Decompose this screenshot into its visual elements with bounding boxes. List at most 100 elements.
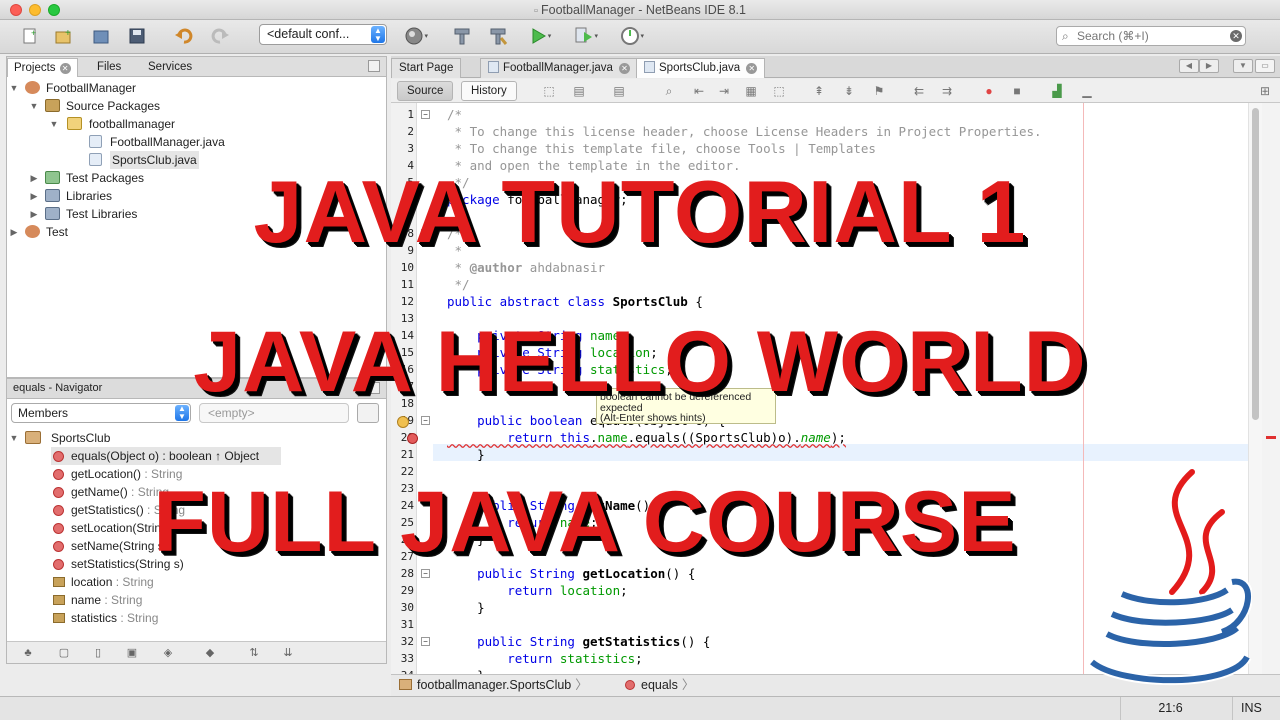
tree-item-footballmanager-package[interactable]: ▼ footballmanager [9, 115, 379, 133]
uncomment-icon[interactable]: ▁ [1079, 83, 1095, 99]
find-next-icon[interactable]: ⇥ [716, 83, 732, 99]
code-method-name: getStatistics [582, 634, 681, 649]
filter-static-icon[interactable]: ▯ [87, 644, 109, 662]
search-input[interactable]: ⌕ Search (⌘+I) ✕ [1056, 26, 1246, 46]
tab-projects[interactable]: Projects ✕ [7, 58, 78, 77]
member-type: : String [112, 575, 154, 589]
navigator-member-equals[interactable]: equals(Object o) : boolean ↑ Object [51, 447, 281, 465]
minimize-panel-button[interactable] [368, 60, 380, 72]
navigator-member-name[interactable]: name : String [51, 591, 351, 609]
redo-icon[interactable] [208, 25, 232, 47]
navigator-root[interactable]: ▼ SportsClub [9, 429, 379, 447]
tab-projects-label: Projects [14, 62, 56, 74]
tab-label: FootballManager.java [503, 62, 613, 74]
last-edit-icon[interactable]: ⬚ [541, 83, 557, 99]
member-name: location [71, 575, 113, 589]
toggle-bookmark-icon[interactable]: ⚑ [871, 83, 887, 99]
tab-sportsclub-java[interactable]: SportsClub.java ✕ [636, 58, 766, 78]
build-icon[interactable] [450, 25, 474, 47]
error-marker[interactable] [1266, 436, 1276, 439]
scroll-tabs-right-icon[interactable]: ▶ [1199, 59, 1219, 73]
back-icon[interactable]: ▤ [571, 83, 587, 99]
debug-icon[interactable]: ▾ [574, 25, 598, 47]
zoom-window-button[interactable] [48, 4, 60, 16]
line-number: 33 [400, 652, 414, 665]
tab-services[interactable]: Services [142, 58, 198, 77]
config-select[interactable]: <default conf... ▲ ▼ [259, 24, 387, 45]
filter-class-icon[interactable]: ◆ [199, 644, 221, 662]
run-icon[interactable]: ▾ [528, 25, 552, 47]
close-icon[interactable]: ✕ [618, 63, 630, 74]
expanded-triangle-icon[interactable]: ▼ [9, 79, 19, 97]
split-editor-icon[interactable]: ⊞ [1257, 83, 1273, 99]
toggle-highlight-icon[interactable]: ▦ [743, 83, 759, 99]
open-project-icon[interactable] [90, 25, 114, 47]
globe-icon[interactable]: ▾ [404, 25, 428, 47]
profile-icon[interactable]: ▾ [620, 25, 644, 47]
tree-item-footballmanager-java[interactable]: FootballManager.java [9, 133, 379, 151]
fold-toggle-icon[interactable]: − [421, 110, 430, 119]
history-view-button[interactable]: History [461, 81, 517, 101]
toggle-rect-select-icon[interactable]: ⬚ [771, 83, 787, 99]
code-text: ; [635, 651, 643, 666]
clear-search-icon[interactable]: ✕ [1230, 30, 1242, 42]
save-all-icon[interactable] [126, 25, 150, 47]
find-previous-icon[interactable]: ⇤ [691, 83, 707, 99]
navigator-member-location[interactable]: location : String [51, 573, 351, 591]
previous-bookmark-icon[interactable]: ⇞ [811, 83, 827, 99]
code-class-name: SportsClub [612, 294, 688, 309]
filter-nonpublic-icon[interactable]: ▣ [121, 644, 143, 662]
expanded-triangle-icon[interactable]: ▼ [49, 115, 59, 133]
forward-icon[interactable]: ▤ [611, 83, 627, 99]
sort-by-name-icon[interactable]: ⇅ [243, 644, 265, 662]
field-icon [53, 613, 65, 623]
filter-inner-classes-icon[interactable]: ◈ [157, 644, 179, 662]
code-line: } [447, 600, 485, 615]
tree-item-source-packages[interactable]: ▼ Source Packages [9, 97, 379, 115]
minimize-window-button[interactable] [29, 4, 41, 16]
close-window-button[interactable] [10, 4, 22, 16]
next-bookmark-icon[interactable]: ⇟ [841, 83, 857, 99]
line-number: 30 [400, 601, 414, 614]
code-keyword: public boolean [447, 413, 590, 428]
comment-icon[interactable]: ▟ [1049, 83, 1065, 99]
error-icon[interactable] [407, 433, 418, 444]
expanded-triangle-icon[interactable]: ▼ [29, 97, 39, 115]
fold-toggle-icon[interactable]: − [421, 416, 430, 425]
find-icon[interactable]: ⌕ [661, 83, 677, 99]
tab-files[interactable]: Files [91, 58, 127, 77]
filter-fields-icon[interactable]: ▢ [53, 644, 75, 662]
close-icon[interactable]: ✕ [746, 63, 758, 74]
stop-macro-icon[interactable]: ■ [1009, 83, 1025, 99]
shift-left-icon[interactable]: ⇇ [911, 83, 927, 99]
new-project-icon[interactable]: + [52, 25, 76, 47]
record-macro-icon[interactable]: ● [981, 83, 997, 99]
navigator-member-statistics[interactable]: statistics : String [51, 609, 351, 627]
scroll-tabs-left-icon[interactable]: ◀ [1179, 59, 1199, 73]
sort-by-source-icon[interactable]: ⇊ [277, 644, 299, 662]
shift-right-icon[interactable]: ⇉ [939, 83, 955, 99]
code-line: } [447, 447, 485, 462]
tab-footballmanager-java[interactable]: FootballManager.java ✕ [480, 58, 638, 78]
code-line: return location; [447, 583, 627, 598]
code-keyword: public abstract class [447, 294, 613, 309]
expanded-triangle-icon[interactable]: ▼ [9, 429, 19, 447]
show-opened-documents-icon[interactable]: ▼ [1233, 59, 1253, 73]
undo-icon[interactable] [172, 25, 196, 47]
fold-toggle-icon[interactable]: − [421, 637, 430, 646]
breadcrumb-method[interactable]: equals 〉 [625, 675, 694, 695]
code-line: */ [447, 277, 470, 292]
source-view-button[interactable]: Source [397, 81, 454, 101]
clean-build-icon[interactable] [486, 25, 510, 47]
close-icon[interactable]: ✕ [59, 63, 71, 74]
tab-start-page[interactable]: Start Page [391, 58, 462, 78]
java-file-icon [644, 61, 655, 73]
maximize-window-button[interactable]: ▭ [1255, 59, 1275, 73]
svg-text:+: + [31, 28, 36, 38]
breadcrumb-class[interactable]: footballmanager.SportsClub 〉 [399, 675, 588, 695]
new-file-icon[interactable]: + [18, 25, 42, 47]
tree-item-footballmanager[interactable]: ▼ FootballManager [9, 79, 379, 97]
hint-bulb-icon[interactable] [397, 416, 409, 428]
code-field: location [559, 583, 621, 598]
filter-inherited-icon[interactable]: ♣ [17, 644, 39, 662]
